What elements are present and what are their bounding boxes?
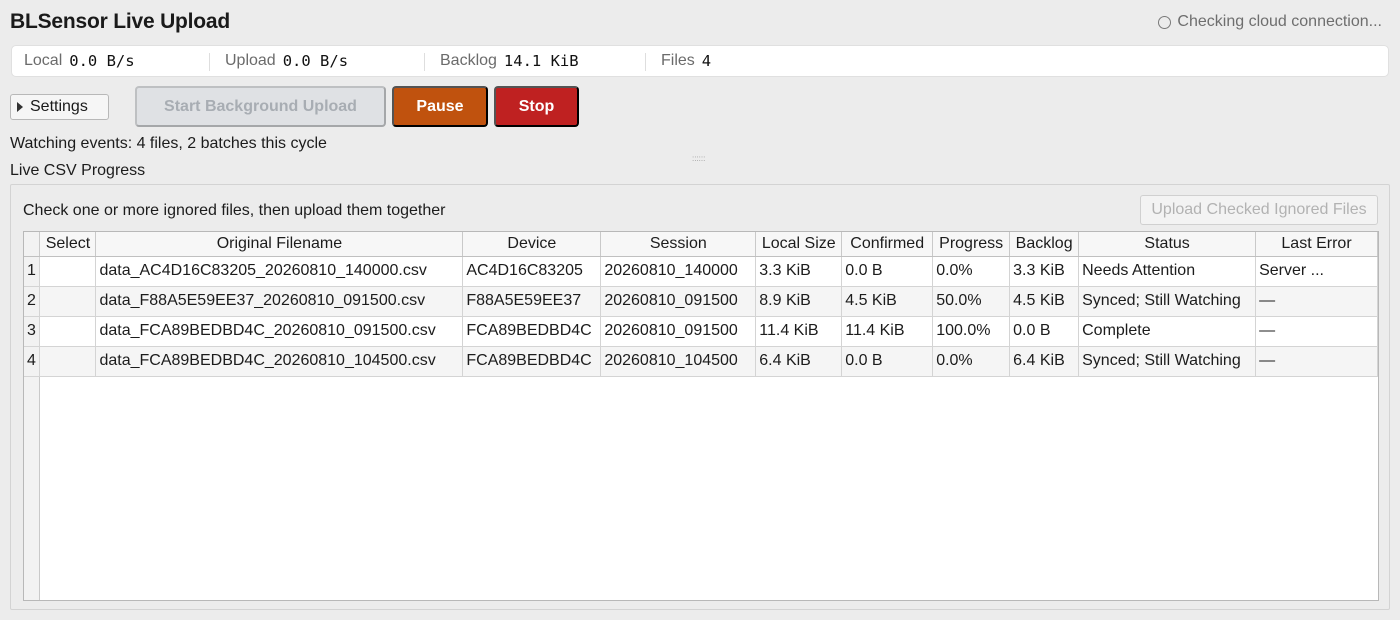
files-table: Select Original Filename Device Session … bbox=[23, 231, 1379, 601]
settings-label: Settings bbox=[30, 98, 88, 115]
stat-backlog-label: Backlog bbox=[440, 52, 497, 69]
row-number: 1 bbox=[24, 256, 41, 287]
last-error-cell: — bbox=[1255, 346, 1378, 377]
stat-divider bbox=[645, 53, 646, 71]
select-cell[interactable] bbox=[39, 256, 97, 287]
session-cell: 20260810_104500 bbox=[600, 346, 757, 377]
row-number: 3 bbox=[24, 316, 41, 347]
select-cell[interactable] bbox=[39, 286, 97, 317]
app-title: BLSensor Live Upload bbox=[10, 10, 231, 33]
corner-header bbox=[24, 232, 41, 257]
stat-files: Files 4 bbox=[661, 46, 711, 76]
column-header[interactable]: Device bbox=[462, 232, 602, 257]
progress-cell: 50.0% bbox=[932, 286, 1011, 317]
last-error-cell: — bbox=[1255, 286, 1378, 317]
section-label: Live CSV Progress bbox=[10, 162, 146, 179]
cloud-status: Checking cloud connection... bbox=[1158, 13, 1382, 31]
status-cell: Complete bbox=[1078, 316, 1257, 347]
column-header[interactable]: Local Size bbox=[755, 232, 843, 257]
disclosure-triangle-icon bbox=[17, 102, 23, 112]
status-cell: Synced; Still Watching bbox=[1078, 346, 1257, 377]
filename-cell: data_AC4D16C83205_20260810_140000.csv bbox=[95, 256, 464, 287]
splitter-handle[interactable]: :::::: bbox=[692, 154, 705, 163]
stat-files-value: 4 bbox=[701, 52, 712, 70]
confirmed-cell: 11.4 KiB bbox=[841, 316, 934, 347]
column-header[interactable]: Last Error bbox=[1255, 232, 1378, 257]
column-header[interactable]: Confirmed bbox=[841, 232, 934, 257]
table-row[interactable]: 1 data_AC4D16C83205_20260810_140000.csv … bbox=[24, 256, 1378, 287]
last-error-cell: Server ... bbox=[1255, 256, 1378, 287]
upload-ignored-files-button[interactable]: Upload Checked Ignored Files bbox=[1140, 195, 1378, 225]
table-header-row: Select Original Filename Device Session … bbox=[24, 232, 1378, 257]
stat-local: Local 0.0 B/s bbox=[24, 46, 135, 76]
stop-button[interactable]: Stop bbox=[494, 86, 579, 127]
stat-backlog-value: 14.1 KiB bbox=[503, 52, 579, 70]
column-header[interactable]: Backlog bbox=[1009, 232, 1080, 257]
pause-button[interactable]: Pause bbox=[392, 86, 488, 127]
confirmed-cell: 0.0 B bbox=[841, 346, 934, 377]
last-error-cell: — bbox=[1255, 316, 1378, 347]
device-cell: F88A5E59EE37 bbox=[462, 286, 602, 317]
select-cell[interactable] bbox=[39, 346, 97, 377]
device-cell: AC4D16C83205 bbox=[462, 256, 602, 287]
progress-cell: 100.0% bbox=[932, 316, 1011, 347]
stat-upload: Upload 0.0 B/s bbox=[225, 46, 348, 76]
column-header[interactable]: Progress bbox=[932, 232, 1011, 257]
confirmed-cell: 4.5 KiB bbox=[841, 286, 934, 317]
local-size-cell: 8.9 KiB bbox=[755, 286, 843, 317]
stats-bar: Local 0.0 B/s Upload 0.0 B/s Backlog 14.… bbox=[11, 45, 1389, 77]
table-row[interactable]: 3 data_FCA89BEDBD4C_20260810_091500.csv … bbox=[24, 316, 1378, 347]
filename-cell: data_F88A5E59EE37_20260810_091500.csv bbox=[95, 286, 464, 317]
start-background-upload-button[interactable]: Start Background Upload bbox=[135, 86, 386, 127]
local-size-cell: 6.4 KiB bbox=[755, 346, 843, 377]
session-cell: 20260810_091500 bbox=[600, 286, 757, 317]
row-number: 2 bbox=[24, 286, 41, 317]
status-circle-icon bbox=[1158, 15, 1172, 29]
column-header[interactable]: Original Filename bbox=[95, 232, 464, 257]
stat-divider bbox=[424, 53, 425, 71]
stat-divider bbox=[209, 53, 210, 71]
backlog-cell: 3.3 KiB bbox=[1009, 256, 1080, 287]
session-cell: 20260810_091500 bbox=[600, 316, 757, 347]
stat-upload-label: Upload bbox=[225, 52, 276, 69]
progress-cell: 0.0% bbox=[932, 346, 1011, 377]
backlog-cell: 0.0 B bbox=[1009, 316, 1080, 347]
watching-status: Watching events: 4 files, 2 batches this… bbox=[10, 135, 327, 152]
session-cell: 20260810_140000 bbox=[600, 256, 757, 287]
device-cell: FCA89BEDBD4C bbox=[462, 346, 602, 377]
stat-local-label: Local bbox=[24, 52, 63, 69]
device-cell: FCA89BEDBD4C bbox=[462, 316, 602, 347]
backlog-cell: 6.4 KiB bbox=[1009, 346, 1080, 377]
confirmed-cell: 0.0 B bbox=[841, 256, 934, 287]
row-number: 4 bbox=[24, 346, 41, 377]
stat-backlog: Backlog 14.1 KiB bbox=[440, 46, 579, 76]
filename-cell: data_FCA89BEDBD4C_20260810_104500.csv bbox=[95, 346, 464, 377]
stat-local-value: 0.0 B/s bbox=[69, 52, 135, 70]
local-size-cell: 11.4 KiB bbox=[755, 316, 843, 347]
settings-button[interactable]: Settings bbox=[10, 94, 109, 120]
progress-cell: 0.0% bbox=[932, 256, 1011, 287]
status-cell: Needs Attention bbox=[1078, 256, 1257, 287]
table-row[interactable]: 2 data_F88A5E59EE37_20260810_091500.csv … bbox=[24, 286, 1378, 317]
column-header[interactable]: Status bbox=[1078, 232, 1257, 257]
filename-cell: data_FCA89BEDBD4C_20260810_091500.csv bbox=[95, 316, 464, 347]
stat-files-label: Files bbox=[661, 52, 695, 69]
table-row[interactable]: 4 data_FCA89BEDBD4C_20260810_104500.csv … bbox=[24, 346, 1378, 377]
select-cell[interactable] bbox=[39, 316, 97, 347]
stat-upload-value: 0.0 B/s bbox=[282, 52, 349, 70]
files-table-grid: Select Original Filename Device Session … bbox=[24, 232, 1378, 377]
backlog-cell: 4.5 KiB bbox=[1009, 286, 1080, 317]
live-csv-progress-panel: Check one or more ignored files, then up… bbox=[10, 184, 1390, 610]
column-header[interactable]: Session bbox=[600, 232, 757, 257]
status-cell: Synced; Still Watching bbox=[1078, 286, 1257, 317]
toolbar: Settings Start Background Upload Pause S… bbox=[10, 86, 1390, 128]
cloud-status-text: Checking cloud connection... bbox=[1177, 13, 1382, 30]
local-size-cell: 3.3 KiB bbox=[755, 256, 843, 287]
header: BLSensor Live Upload Checking cloud conn… bbox=[10, 8, 1388, 38]
column-header[interactable]: Select bbox=[39, 232, 97, 257]
panel-hint: Check one or more ignored files, then up… bbox=[23, 202, 446, 219]
